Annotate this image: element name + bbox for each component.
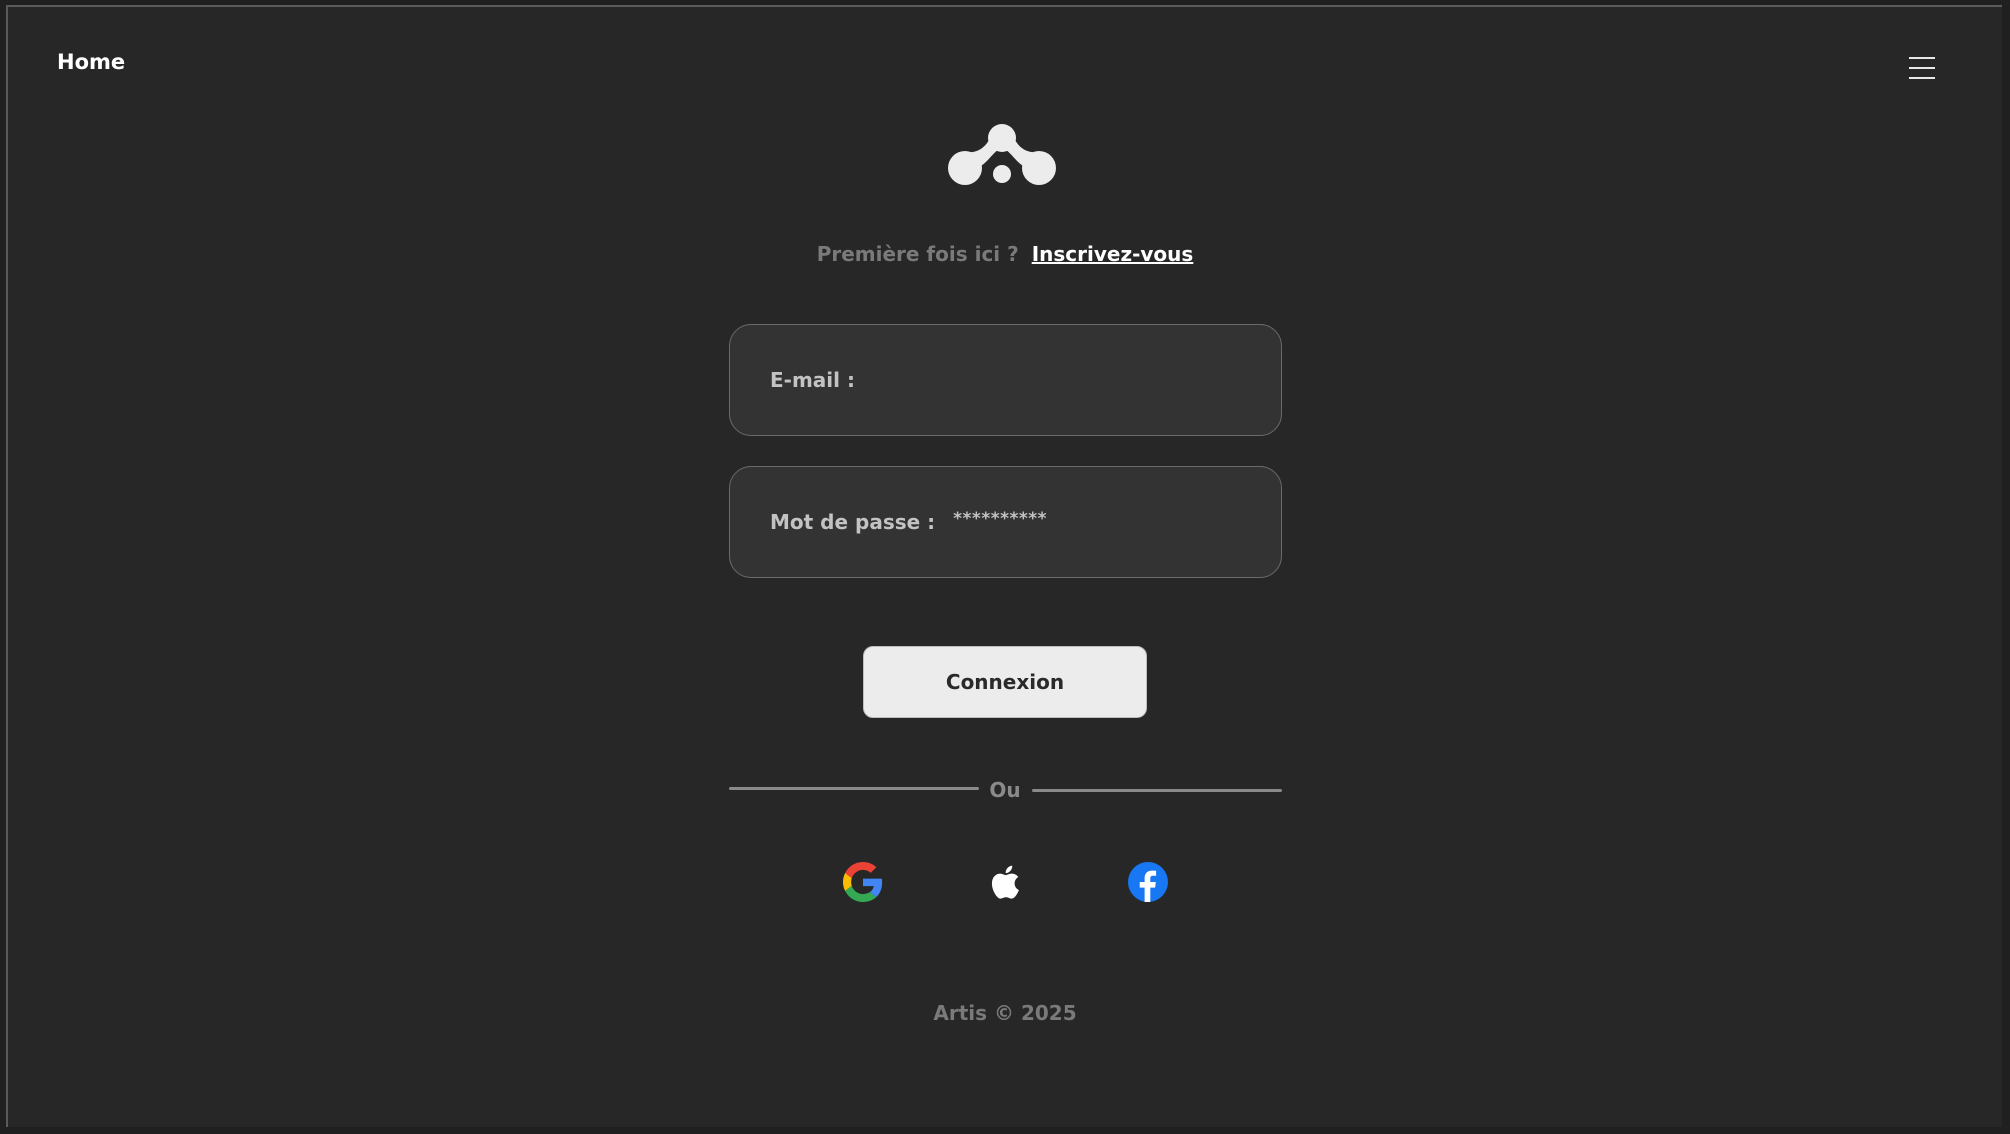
artis-logo-icon xyxy=(948,124,1056,185)
login-button[interactable]: Connexion xyxy=(863,646,1147,718)
apple-icon[interactable] xyxy=(985,862,1025,902)
facebook-icon[interactable] xyxy=(1128,862,1168,902)
hamburger-menu-icon xyxy=(1909,57,1935,59)
divider-line-left xyxy=(729,787,979,790)
divider-label: Ou xyxy=(989,778,1021,802)
menu-button[interactable] xyxy=(1905,50,1939,80)
password-label: Mot de passe : xyxy=(770,510,936,534)
email-label: E-mail : xyxy=(770,368,855,392)
email-field[interactable]: E-mail : xyxy=(729,324,1282,436)
hamburger-menu-icon-bar xyxy=(1909,77,1935,79)
signup-prompt-text: Première fois ici ? xyxy=(816,242,1019,266)
signup-link[interactable]: Inscrivez-vous xyxy=(1032,242,1194,266)
divider-line-right xyxy=(1032,789,1282,792)
password-field[interactable]: Mot de passe : ********** xyxy=(729,466,1282,578)
hamburger-menu-icon-bar xyxy=(1909,67,1935,69)
password-value: ********** xyxy=(953,509,1048,529)
home-link[interactable]: Home xyxy=(57,50,125,74)
google-icon[interactable] xyxy=(843,862,883,902)
footer-copyright: Artis © 2025 xyxy=(933,1001,1077,1025)
signup-prompt: Première fois ici ? Inscrivez-vous xyxy=(0,242,2010,266)
